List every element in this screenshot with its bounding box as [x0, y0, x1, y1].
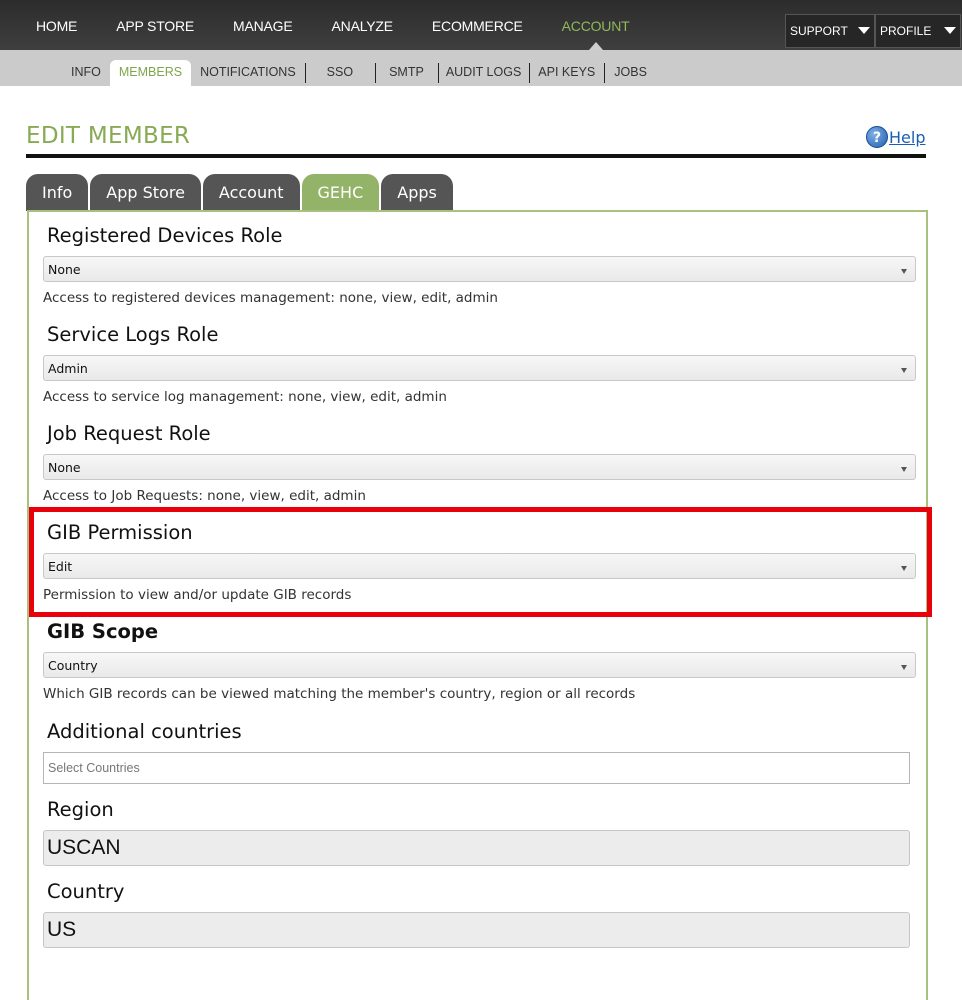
- gib-scope-value: Country: [48, 658, 98, 673]
- tab-account[interactable]: Account: [202, 174, 300, 211]
- support-label: SUPPORT: [790, 24, 848, 38]
- nav-ecommerce[interactable]: ECOMMERCE: [432, 0, 523, 50]
- nav-home[interactable]: HOME: [36, 0, 77, 50]
- profile-label: PROFILE: [880, 24, 932, 38]
- support-dropdown[interactable]: SUPPORT: [785, 14, 875, 48]
- profile-dropdown[interactable]: PROFILE: [875, 14, 961, 48]
- tab-app-store[interactable]: App Store: [90, 174, 201, 211]
- country-label: Country: [47, 880, 125, 903]
- nav-analyze[interactable]: ANALYZE: [332, 0, 394, 50]
- additional-countries-label: Additional countries: [47, 720, 242, 743]
- main-nav: HOME APP STORE MANAGE ANALYZE ECOMMERCE …: [36, 0, 668, 50]
- registered-devices-value: None: [48, 262, 81, 277]
- help-link[interactable]: ? Help: [866, 126, 925, 148]
- region-field: USCAN: [43, 830, 910, 866]
- subnav-notifications[interactable]: NOTIFICATIONS: [191, 60, 306, 86]
- subnav-sso[interactable]: SSO: [305, 60, 377, 86]
- dropdown-arrow-icon: [901, 665, 907, 670]
- nav-account-label: ACCOUNT: [561, 18, 630, 34]
- nav-app-store[interactable]: APP STORE: [116, 0, 194, 50]
- tab-apps[interactable]: Apps: [381, 174, 453, 211]
- subnav-api-keys[interactable]: API KEYS: [529, 60, 606, 86]
- registered-devices-hint: Access to registered devices management:…: [43, 290, 498, 306]
- highlight-box: [29, 507, 932, 617]
- question-icon: ?: [866, 126, 888, 148]
- member-tabs: Info App Store Account GEHC Apps: [26, 174, 455, 211]
- job-request-hint: Access to Job Requests: none, view, edit…: [43, 488, 366, 504]
- subnav-members[interactable]: MEMBERS: [109, 60, 192, 86]
- service-logs-value: Admin: [48, 361, 88, 376]
- nav-manage[interactable]: MANAGE: [233, 0, 293, 50]
- gib-scope-hint: Which GIB records can be viewed matching…: [43, 686, 636, 702]
- tab-info[interactable]: Info: [26, 174, 89, 211]
- job-request-label: Job Request Role: [47, 422, 211, 445]
- subnav-smtp[interactable]: SMTP: [375, 60, 439, 86]
- additional-countries-input[interactable]: Select Countries: [43, 752, 910, 784]
- page-title: EDIT MEMBER: [26, 123, 191, 149]
- dropdown-arrow-icon: [901, 269, 907, 274]
- subnav-info[interactable]: INFO: [62, 60, 110, 86]
- registered-devices-label: Registered Devices Role: [47, 224, 283, 247]
- registered-devices-select[interactable]: None: [43, 256, 916, 282]
- chevron-down-icon: [858, 27, 870, 34]
- service-logs-select[interactable]: Admin: [43, 355, 916, 381]
- dropdown-arrow-icon: [901, 368, 907, 373]
- subnav-audit-logs[interactable]: AUDIT LOGS: [438, 60, 531, 86]
- service-logs-label: Service Logs Role: [47, 323, 219, 346]
- region-label: Region: [47, 798, 114, 821]
- subnav-jobs[interactable]: JOBS: [604, 60, 657, 86]
- chevron-down-icon: [944, 27, 956, 34]
- help-label: Help: [889, 127, 926, 147]
- country-field: US: [43, 912, 910, 948]
- job-request-select[interactable]: None: [43, 454, 916, 480]
- service-logs-hint: Access to service log management: none, …: [43, 389, 447, 405]
- nav-account[interactable]: ACCOUNT: [562, 0, 630, 50]
- tab-gehc[interactable]: GEHC: [301, 174, 380, 211]
- gib-scope-label: GIB Scope: [47, 620, 159, 643]
- account-subnav: INFO MEMBERS NOTIFICATIONS SSO SMTP AUDI…: [62, 60, 657, 86]
- dropdown-arrow-icon: [901, 467, 907, 472]
- gib-scope-select[interactable]: Country: [43, 652, 916, 678]
- title-divider: [26, 154, 926, 158]
- active-caret-icon: [588, 42, 603, 50]
- job-request-value: None: [48, 460, 81, 475]
